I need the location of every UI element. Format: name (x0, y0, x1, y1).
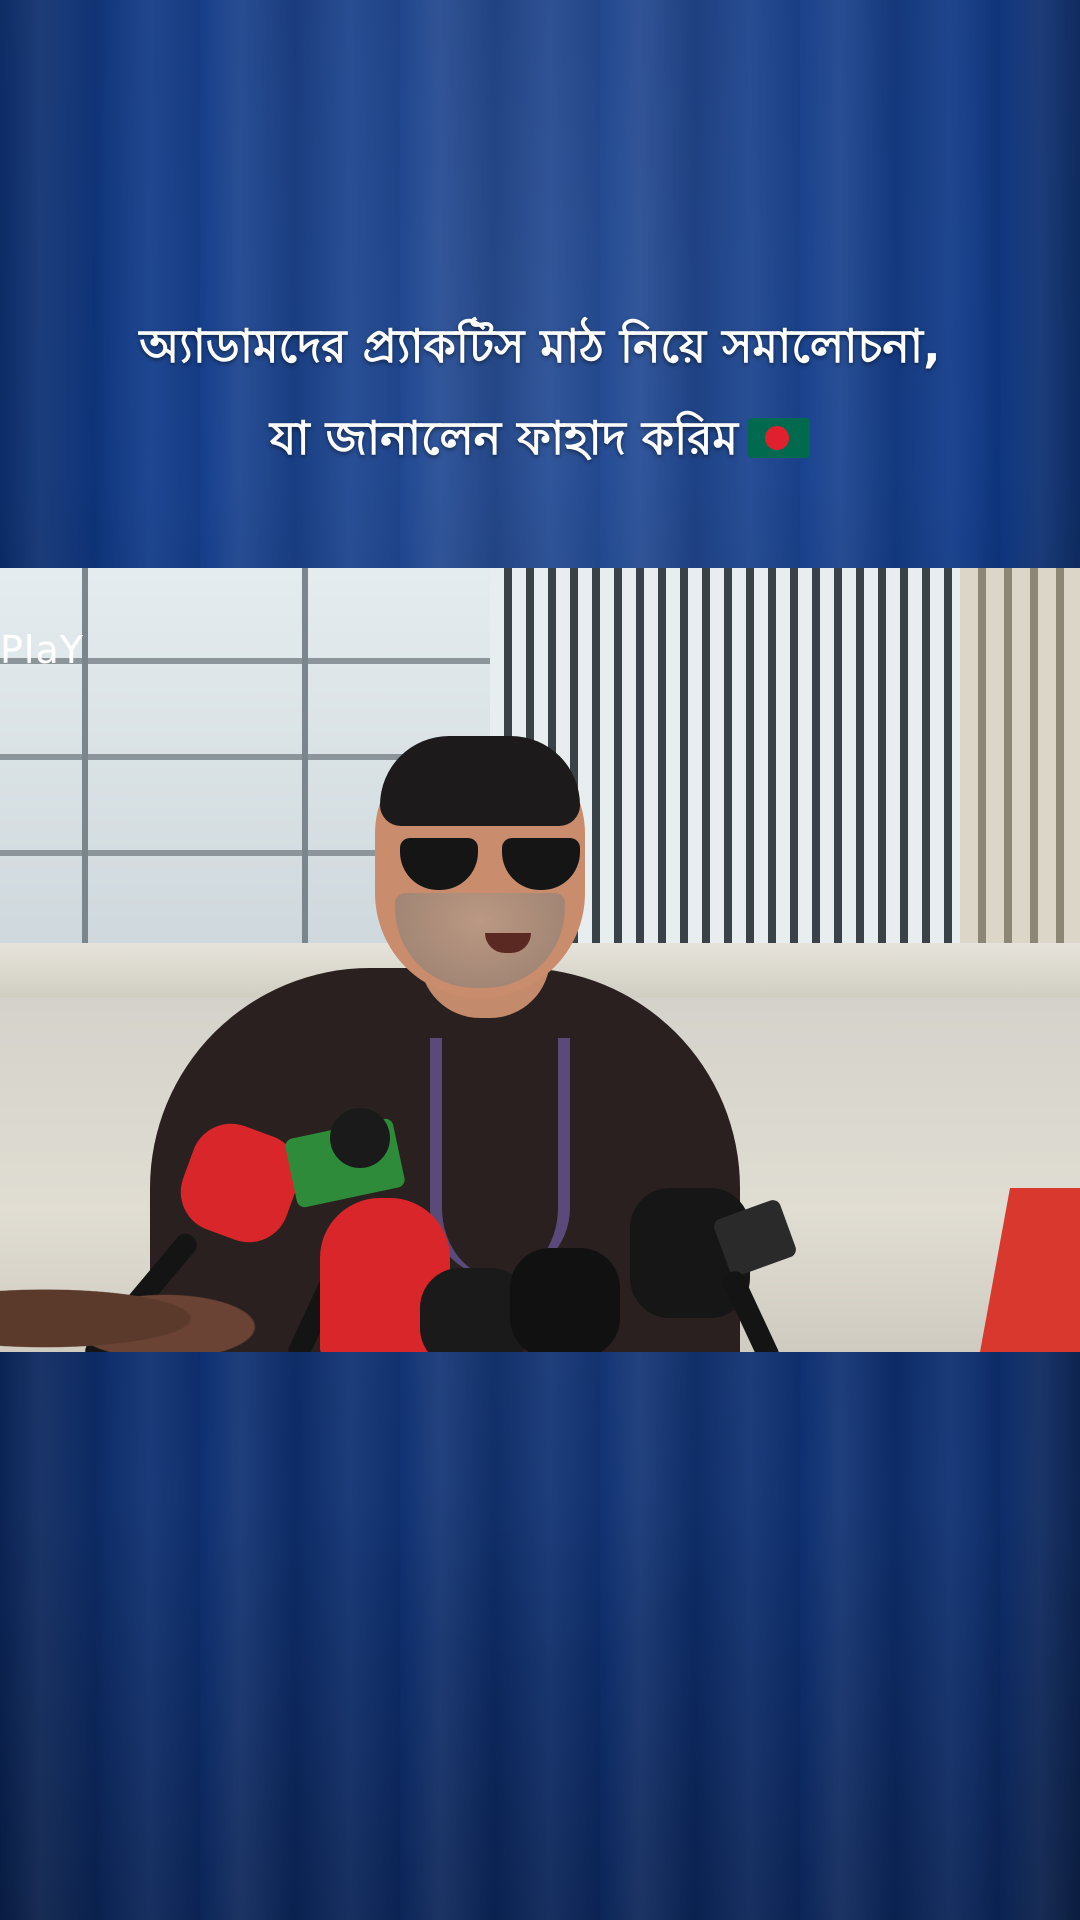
reporter-hands (0, 1268, 300, 1352)
video-player[interactable]: PlaY (0, 568, 1080, 1352)
headline: অ্যাডামদের প্র্যাকটিস মাঠ নিয়ে সমালোচনা… (0, 300, 1080, 484)
sunglasses (400, 838, 580, 890)
microphone-black-right (610, 1168, 810, 1352)
channel-watermark: PlaY (0, 628, 84, 672)
microphone-black-center (420, 1248, 620, 1352)
headline-line-1: অ্যাডামদের প্র্যাকটিস মাঠ নিয়ে সমালোচনা… (139, 319, 941, 373)
bangladesh-flag-icon (748, 418, 811, 458)
sunglasses-left-lens (400, 838, 478, 890)
headline-line-2-text: যা জানালেন ফাহাদ করিম (269, 411, 739, 465)
video-post-screen: অ্যাডামদের প্র্যাকটিস মাঠ নিয়ে সমালোচনা… (0, 0, 1080, 1920)
headline-line-2: যা জানালেন ফাহাদ করিম (0, 392, 1080, 484)
speaker-hair (380, 736, 580, 826)
sunglasses-right-lens (502, 838, 580, 890)
